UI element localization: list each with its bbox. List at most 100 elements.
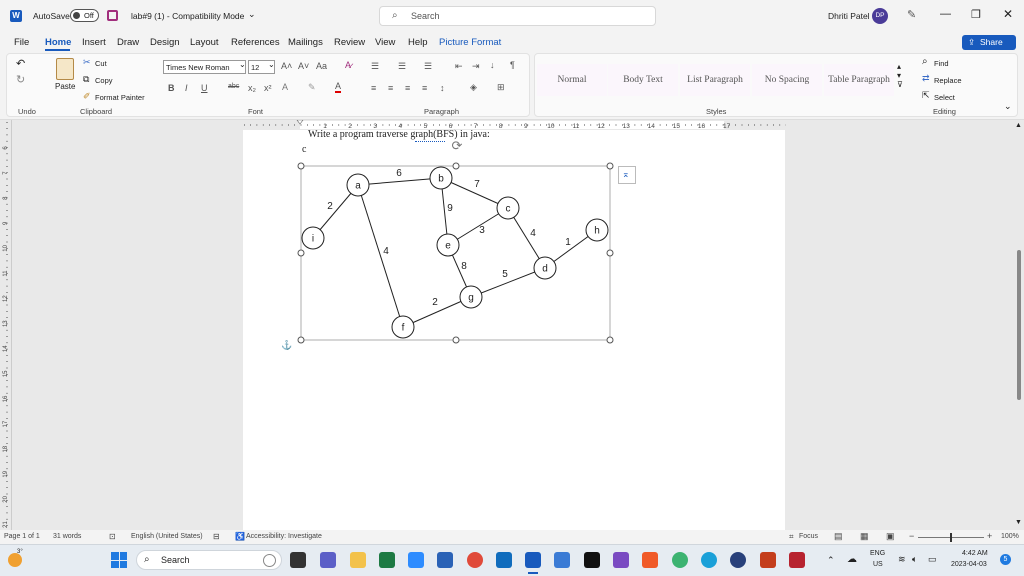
user-name[interactable]: Dhriti Patel [828, 11, 870, 21]
layout-options-button[interactable]: ⌅ [618, 166, 636, 184]
copy-icon[interactable]: ⧉ [83, 74, 89, 85]
scrollbar-thumb[interactable] [1017, 250, 1021, 400]
numbering-icon[interactable]: ☰ [398, 61, 406, 72]
vertical-ruler[interactable]: 6789101112131415161718192021 [0, 120, 12, 530]
file-explorer-icon[interactable] [350, 552, 366, 568]
resize-handle[interactable] [452, 336, 460, 344]
visual-studio-icon[interactable] [613, 552, 629, 568]
style-body-text[interactable]: Body Text [608, 64, 678, 96]
highlight-icon[interactable]: ✎ [308, 82, 316, 93]
vertical-scrollbar[interactable]: ▲ ▼ [1014, 120, 1024, 530]
resize-handle[interactable] [606, 162, 614, 170]
zoom-app-icon[interactable] [408, 552, 424, 568]
show-formatting-icon[interactable]: ¶ [510, 60, 515, 70]
tab-mailings[interactable]: Mailings [288, 37, 323, 48]
weather-icon[interactable] [8, 553, 22, 567]
title-chevron-down-icon[interactable]: ⌄ [248, 9, 256, 20]
grow-font-icon[interactable]: A˄ [281, 61, 292, 71]
undo-icon[interactable]: ↶ [16, 57, 25, 70]
tab-help[interactable]: Help [408, 37, 428, 48]
pen-icon[interactable]: ✎ [907, 8, 916, 21]
replace-button[interactable]: Replace [934, 76, 962, 85]
style-no-spacing[interactable]: No Spacing [752, 64, 822, 96]
text-predictions-icon[interactable]: ⊟ [213, 532, 220, 541]
windows-start-icon[interactable] [111, 552, 127, 568]
align-right-icon[interactable]: ≡ [405, 83, 410, 93]
volume-icon[interactable]: 🔈︎ [912, 554, 917, 565]
tab-review[interactable]: Review [334, 37, 365, 48]
clock-time[interactable]: 4:42 AM [962, 550, 988, 557]
increase-indent-icon[interactable]: ⇥ [472, 61, 480, 72]
word-taskbar-icon[interactable] [525, 552, 541, 568]
scroll-up-icon[interactable]: ▲ [1015, 122, 1022, 129]
align-center-icon[interactable]: ≡ [388, 83, 393, 93]
netflix-icon[interactable] [584, 552, 600, 568]
superscript-icon[interactable]: x² [264, 83, 272, 93]
notification-badge[interactable]: 5 [1000, 554, 1011, 565]
cut-button[interactable]: Cut [95, 59, 107, 68]
style-normal[interactable]: Normal [537, 64, 607, 96]
tab-view[interactable]: View [375, 37, 395, 48]
zoom-slider[interactable] [918, 533, 984, 542]
clock-date[interactable]: 2023-04-03 [951, 561, 987, 568]
copy-button[interactable]: Copy [95, 76, 113, 85]
find-icon[interactable]: ⌕ [922, 56, 928, 67]
store-icon[interactable] [437, 552, 453, 568]
line-spacing-icon[interactable]: ↕ [440, 83, 445, 93]
minimize-icon[interactable]: — [940, 8, 951, 20]
teams-icon[interactable] [320, 552, 336, 568]
font-size-select[interactable]: 12 ⌄ [248, 60, 275, 74]
page-count[interactable]: Page 1 of 1 [4, 533, 40, 540]
zoom-in-icon[interactable]: + [987, 531, 992, 541]
acrobat-icon[interactable] [789, 552, 805, 568]
chrome-profile-icon[interactable] [672, 552, 688, 568]
resize-handle[interactable] [606, 336, 614, 344]
tab-insert[interactable]: Insert [82, 37, 106, 48]
zoom-level[interactable]: 100% [1001, 533, 1019, 540]
tab-draw[interactable]: Draw [117, 37, 139, 48]
web-layout-icon[interactable]: ▣ [886, 531, 895, 542]
sort-icon[interactable]: ↓ [490, 60, 495, 70]
taskbar-search-box[interactable]: ⌕ Search [136, 550, 282, 570]
text-effects-icon[interactable]: A [282, 82, 288, 92]
vpn-icon[interactable] [730, 552, 746, 568]
select-button[interactable]: Select [934, 93, 955, 102]
zoom-slider-thumb[interactable] [950, 533, 952, 542]
document-title[interactable]: lab#9 (1) - Compatibility Mode [131, 11, 244, 21]
rotate-handle-icon[interactable]: ⟳ [452, 138, 463, 153]
paste-button[interactable]: Paste [55, 82, 75, 91]
close-icon[interactable]: ✕ [1003, 7, 1013, 21]
zoom-out-icon[interactable]: − [909, 531, 914, 541]
align-left-icon[interactable]: ≡ [371, 83, 376, 93]
shrink-font-icon[interactable]: A˅ [298, 61, 309, 71]
battery-icon[interactable]: ▭ [928, 554, 937, 565]
proofing-icon[interactable]: ⊡ [109, 532, 116, 541]
tab-references[interactable]: References [231, 37, 280, 48]
resize-handle[interactable] [297, 336, 305, 344]
style-list-paragraph[interactable]: List Paragraph [680, 64, 750, 96]
tab-design[interactable]: Design [150, 37, 180, 48]
style-table-paragraph[interactable]: Table Paragraph [824, 64, 894, 96]
cloud-icon[interactable]: ☁ [847, 554, 857, 565]
autosave-toggle[interactable]: Off [70, 9, 99, 22]
shading-icon[interactable]: ◈ [470, 82, 477, 93]
borders-icon[interactable]: ⊞ [497, 82, 505, 93]
redo-icon[interactable]: ↻ [16, 73, 25, 86]
tab-home[interactable]: Home [45, 37, 71, 48]
language-status[interactable]: English (United States) [131, 533, 203, 540]
wifi-icon[interactable]: ≋ [898, 554, 906, 565]
chrome-icon[interactable] [467, 552, 483, 568]
brave-icon[interactable] [642, 552, 658, 568]
resize-handle[interactable] [452, 162, 460, 170]
edge-icon[interactable] [701, 552, 717, 568]
scroll-down-icon[interactable]: ▼ [1015, 519, 1022, 526]
word-count[interactable]: 31 words [53, 533, 81, 540]
task-view-icon[interactable] [290, 552, 306, 568]
format-painter-button[interactable]: Format Painter [95, 93, 145, 102]
justify-icon[interactable]: ≡ [422, 83, 427, 93]
graph-picture[interactable]: ⟳ 2 6 4 9 7 3 4 1 8 5 2 a b c d e f g h i [243, 130, 785, 370]
subscript-icon[interactable]: x₂ [248, 83, 256, 93]
language-eng[interactable]: ENG [870, 550, 885, 557]
share-button[interactable]: ⇪ Share [962, 35, 1016, 50]
save-icon[interactable] [107, 10, 118, 21]
